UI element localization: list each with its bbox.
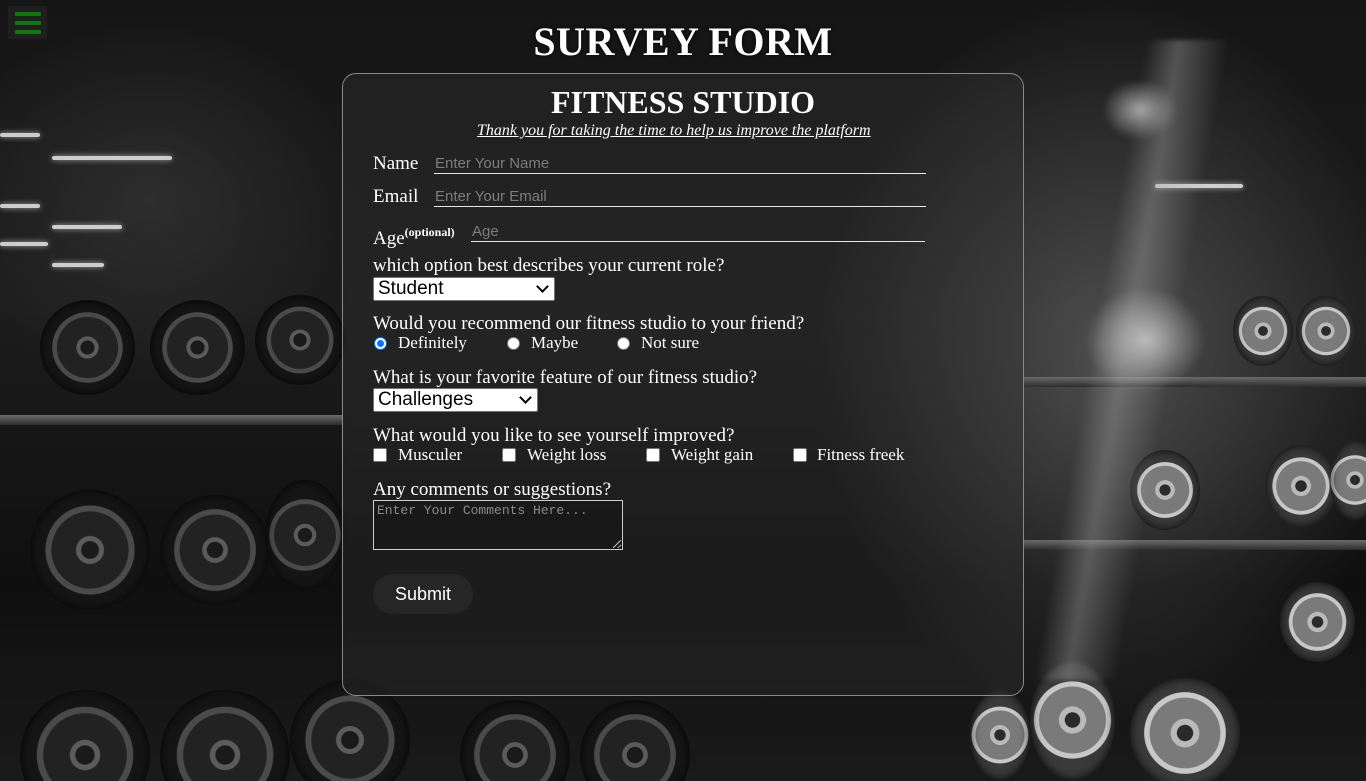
ceiling-light: [0, 242, 48, 246]
feature-select[interactable]: Challenges: [373, 388, 538, 412]
ceiling-light: [0, 204, 40, 208]
weight-plate: [20, 690, 150, 781]
improve-option-weight-loss[interactable]: Weight loss: [502, 445, 606, 465]
weight-plate: [580, 700, 690, 781]
athlete-figure: [1030, 40, 1250, 680]
age-optional-note: (optional): [404, 225, 455, 239]
radio-maybe[interactable]: [507, 336, 520, 350]
ceiling-light: [52, 225, 122, 229]
radio-not-sure[interactable]: [617, 336, 630, 350]
radio-definitely[interactable]: [374, 336, 387, 350]
page-title: SURVEY FORM: [533, 19, 833, 64]
email-label: Email: [373, 186, 419, 207]
weight-plate: [255, 295, 345, 385]
weight-plate: [1130, 678, 1240, 781]
ceiling-light: [0, 133, 40, 137]
weight-plate: [150, 300, 245, 395]
hamburger-menu-icon: [14, 11, 41, 16]
checkbox-weight-loss[interactable]: [502, 448, 516, 462]
recommend-question: Would you recommend our fitness studio t…: [373, 313, 805, 334]
radio-label: Not sure: [641, 333, 700, 352]
role-select[interactable]: Student: [373, 277, 555, 301]
weight-plate: [160, 495, 270, 605]
recommend-option-maybe[interactable]: Maybe: [507, 333, 578, 353]
radio-label: Maybe: [531, 333, 579, 352]
weight-plate: [160, 690, 290, 781]
age-label-text: Age: [373, 228, 405, 249]
recommend-option-not-sure[interactable]: Not sure: [617, 333, 699, 353]
checkbox-fitness-freek[interactable]: [793, 448, 807, 462]
improve-option-fitness-freek[interactable]: Fitness freek: [793, 445, 904, 465]
ceiling-light: [52, 156, 172, 160]
form-description: Thank you for taking the time to help us…: [477, 122, 871, 139]
submit-button[interactable]: Submit: [373, 574, 473, 614]
role-question: which option best describes your current…: [373, 255, 725, 276]
weight-plate: [1265, 445, 1337, 527]
name-label: Name: [373, 153, 419, 174]
survey-form: FITNESS STUDIO Thank you for taking the …: [342, 73, 1024, 696]
weight-plate: [1280, 582, 1355, 662]
weight-plate: [265, 480, 345, 590]
comments-label: Any comments or suggestions?: [373, 479, 612, 500]
improve-option-weight-gain[interactable]: Weight gain: [646, 445, 753, 465]
recommend-option-definitely[interactable]: Definitely: [374, 333, 467, 353]
radio-label: Definitely: [398, 333, 467, 352]
feature-question: What is your favorite feature of our fit…: [373, 367, 758, 388]
weight-plate: [30, 490, 150, 610]
comments-textarea[interactable]: [373, 500, 623, 550]
ceiling-light: [52, 263, 104, 267]
role-select-value: Student: [378, 278, 444, 299]
age-label: Age(optional): [373, 221, 455, 250]
checkbox-musculer[interactable]: [373, 448, 387, 462]
improve-option-musculer[interactable]: Musculer: [373, 445, 462, 465]
chevron-down-icon: [519, 391, 532, 404]
weight-plate: [1296, 296, 1356, 366]
weight-plate: [970, 690, 1030, 780]
weight-plate: [1330, 440, 1366, 520]
checkbox-label: Musculer: [398, 445, 463, 464]
studio-title: FITNESS STUDIO: [550, 84, 816, 120]
weight-plate: [460, 700, 570, 781]
chevron-down-icon: [536, 280, 549, 293]
dumbbell-rack: [0, 415, 342, 425]
checkbox-weight-gain[interactable]: [646, 448, 660, 462]
checkbox-label: Weight gain: [671, 445, 754, 464]
weight-plate: [40, 300, 135, 395]
checkbox-label: Fitness freek: [817, 445, 905, 464]
resize-handle-icon[interactable]: [613, 540, 621, 548]
age-input[interactable]: [471, 220, 925, 242]
improve-question: What would you like to see yourself impr…: [373, 425, 735, 446]
email-input[interactable]: [434, 185, 926, 207]
name-input[interactable]: [434, 152, 926, 174]
feature-select-value: Challenges: [378, 389, 474, 410]
checkbox-label: Weight loss: [527, 445, 607, 464]
